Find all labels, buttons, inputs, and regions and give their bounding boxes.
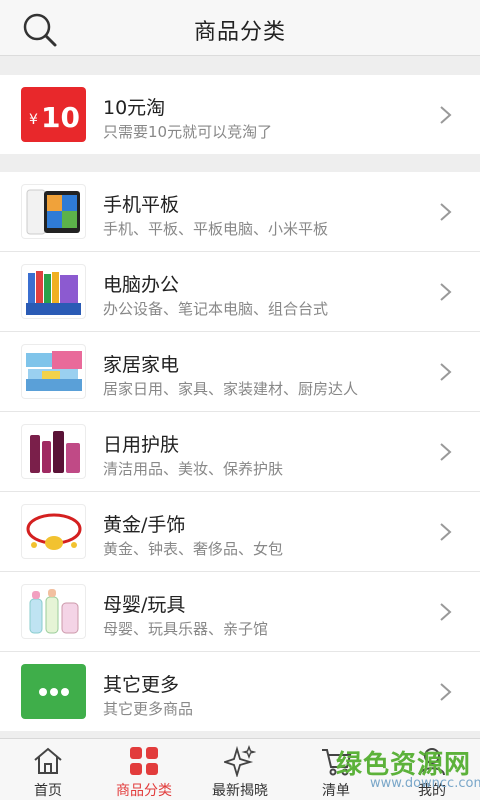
category-desc: 办公设备、笔记本电脑、组合台式	[103, 300, 329, 318]
jewelry-bracelet-icon	[21, 504, 86, 559]
svg-text:¥: ¥	[29, 112, 38, 128]
chevron-right-icon	[440, 683, 452, 701]
watermark-logo: 绿色资源网 www.downcc.com	[336, 744, 480, 798]
tab-label: 最新揭晓	[212, 783, 268, 799]
skincare-icon	[21, 424, 86, 479]
svg-text:10: 10	[41, 101, 80, 134]
tab-label: 首页	[34, 783, 62, 799]
tab-home[interactable]: 首页	[0, 739, 96, 800]
category-row-skincare[interactable]: 日用护肤 清洁用品、美妆、保养护肤	[0, 412, 480, 491]
page-title: 商品分类	[193, 20, 286, 45]
category-name: 其它更多	[103, 674, 180, 696]
category-name: 黄金/手饰	[103, 514, 186, 536]
category-desc: 手机、平板、平板电脑、小米平板	[103, 220, 329, 238]
tab-latest[interactable]: 最新揭晓	[192, 739, 288, 800]
home-icon	[34, 747, 62, 774]
promo-row-10yuan[interactable]: ¥ 10 10元淘 只需要10元就可以竞淘了	[0, 75, 480, 154]
chevron-right-icon	[440, 283, 452, 301]
chevron-right-icon	[440, 203, 452, 221]
phone-tablet-icon	[21, 184, 86, 239]
category-name: 电脑办公	[103, 274, 180, 296]
category-desc: 黄金、钟表、奢侈品、女包	[103, 540, 284, 558]
tab-label: 商品分类	[116, 783, 172, 799]
chevron-right-icon	[440, 106, 452, 124]
category-desc: 母婴、玩具乐器、亲子馆	[103, 620, 269, 638]
chevron-right-icon	[440, 363, 452, 381]
chevron-right-icon	[440, 443, 452, 461]
category-name: 日用护肤	[103, 434, 180, 456]
chevron-right-icon	[440, 603, 452, 621]
category-row-baby-toys[interactable]: 母婴/玩具 母婴、玩具乐器、亲子馆	[0, 572, 480, 651]
top-bar: 商品分类	[0, 0, 480, 56]
promo-desc: 只需要10元就可以竞淘了	[103, 123, 273, 141]
home-goods-icon	[21, 344, 86, 399]
watermark-url: www.downcc.com	[370, 776, 480, 791]
office-supplies-icon	[21, 264, 86, 319]
category-desc: 其它更多商品	[103, 700, 194, 718]
category-row-more[interactable]: 其它更多 其它更多商品	[0, 652, 480, 731]
price-badge-icon: ¥ 10	[21, 87, 86, 142]
category-desc: 清洁用品、美妆、保养护肤	[103, 460, 284, 478]
category-row-jewelry[interactable]: 黄金/手饰 黄金、钟表、奢侈品、女包	[0, 492, 480, 571]
category-row-phones[interactable]: 手机平板 手机、平板、平板电脑、小米平板	[0, 172, 480, 251]
more-dots-icon	[21, 664, 86, 719]
category-desc: 居家日用、家具、家装建材、厨房达人	[103, 380, 359, 398]
grid-icon	[130, 747, 158, 775]
category-row-home[interactable]: 家居家电 居家日用、家具、家装建材、厨房达人	[0, 332, 480, 411]
chevron-right-icon	[440, 523, 452, 541]
sparkle-icon	[224, 745, 256, 777]
category-row-computers[interactable]: 电脑办公 办公设备、笔记本电脑、组合台式	[0, 252, 480, 331]
baby-bottle-icon	[21, 584, 86, 639]
promo-title: 10元淘	[103, 97, 166, 119]
category-name: 母婴/玩具	[103, 594, 186, 616]
category-name: 家居家电	[103, 354, 180, 376]
tab-categories[interactable]: 商品分类	[96, 739, 192, 800]
category-name: 手机平板	[103, 194, 180, 216]
